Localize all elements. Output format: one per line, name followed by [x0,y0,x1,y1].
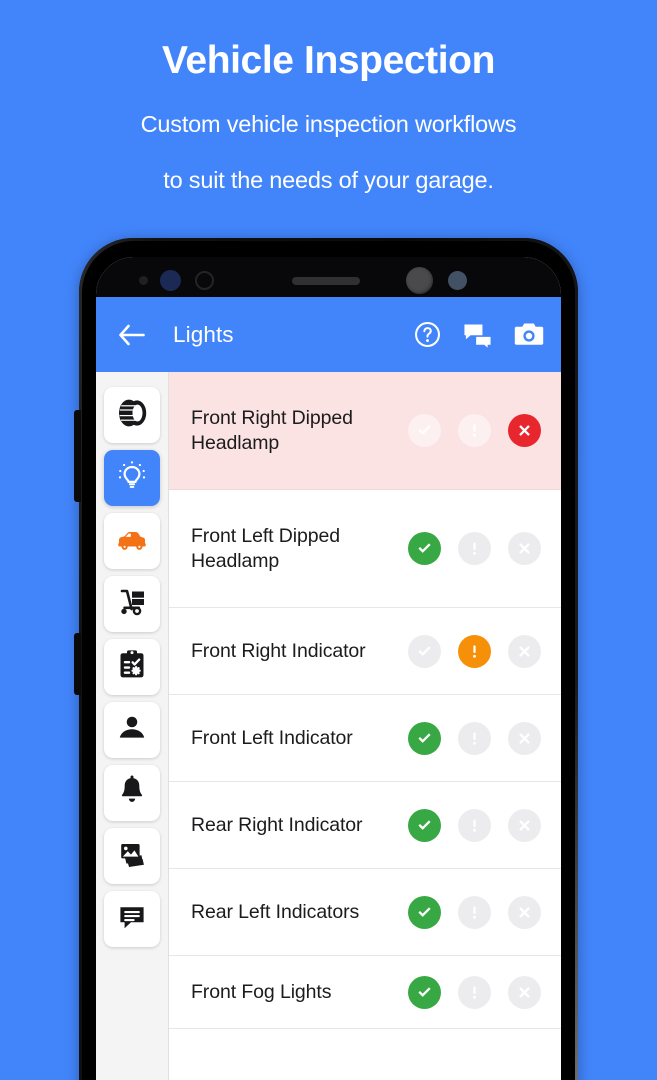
phone-mockup: Lights Front Right Dipped Headlamp Front… [74,238,578,1080]
table-row[interactable]: Front Left Indicator [169,695,561,782]
table-row[interactable]: Front Right Dipped Headlamp [169,372,561,490]
hand-truck-icon [115,585,149,624]
inspection-item-label: Rear Left Indicators [191,900,360,923]
pass-button[interactable] [408,895,441,929]
warning-button[interactable] [458,532,491,565]
hero-subtitle-line2: to suit the needs of your garage. [163,166,494,193]
back-arrow-icon[interactable] [118,324,145,346]
warning-button[interactable] [458,414,491,447]
help-icon[interactable] [414,321,441,348]
sidebar-item-alerts[interactable] [104,765,160,821]
status-actions [408,975,541,1009]
table-row[interactable]: Front Right Indicator [169,608,561,695]
inspection-item-label: Front Right Indicator [191,639,366,662]
comment-icon [115,900,149,939]
app-bar-title: Lights [173,321,234,347]
sidebar-item-lights[interactable] [104,450,160,506]
hero-subtitle-line1: Custom vehicle inspection workflows [140,110,517,137]
volume-button[interactable] [74,410,81,502]
inspection-item-label: Front Left Dipped Headlamp [191,524,340,572]
sidebar-item-photos[interactable] [104,828,160,884]
inspection-item-label: Rear Right Indicator [191,813,363,836]
person-icon [115,711,149,750]
sidebar-item-notes[interactable] [104,891,160,947]
phone-screen: Lights Front Right Dipped Headlamp Front… [96,257,561,1080]
pass-button[interactable] [408,975,441,1009]
warning-button[interactable] [458,975,491,1009]
comment-icon[interactable] [463,322,492,348]
pass-button[interactable] [408,414,441,447]
inspection-item-label: Front Left Indicator [191,726,353,749]
sidebar-item-tyres[interactable] [104,387,160,443]
sidebar-item-customer[interactable] [104,702,160,758]
proximity-sensor-icon [195,271,214,290]
status-actions [408,634,541,668]
app-bar: Lights [96,297,561,372]
sidebar-item-load[interactable] [104,576,160,632]
warning-button[interactable] [458,721,491,755]
warning-button[interactable] [458,808,491,842]
clipboard-checklist-icon [115,648,149,687]
table-row[interactable]: Front Left Dipped Headlamp [169,490,561,608]
category-sidebar[interactable] [96,372,169,1080]
iris-sensor-icon [160,270,181,291]
page-title: Vehicle Inspection [161,39,496,82]
status-actions [408,721,541,755]
sensor-dot-icon [139,276,148,285]
inspection-content: Front Right Dipped Headlamp Front Left D… [96,372,561,1080]
inspection-item-label: Front Right Dipped Headlamp [191,406,353,454]
front-camera-icon [406,267,433,294]
pass-button[interactable] [408,532,441,565]
table-row[interactable]: Front Fog Lights [169,956,561,1029]
pass-button[interactable] [408,634,441,668]
tire-icon [115,396,149,435]
hero-section: Vehicle Inspection Custom vehicle inspec… [0,0,657,199]
sidebar-item-checklist[interactable] [104,639,160,695]
fail-button[interactable] [508,975,541,1009]
bell-icon [115,774,149,813]
fail-button[interactable] [508,721,541,755]
status-actions [408,895,541,929]
lightbulb-icon [115,459,149,498]
light-sensor-icon [448,271,467,290]
table-row-partial[interactable] [169,1029,561,1059]
photos-icon [115,837,149,876]
pass-button[interactable] [408,808,441,842]
camera-icon[interactable] [514,322,544,347]
fail-button[interactable] [508,808,541,842]
inspection-item-list: Front Right Dipped Headlamp Front Left D… [169,372,561,1080]
sidebar-item-vehicle[interactable] [104,513,160,569]
inspection-item-label: Front Fog Lights [191,980,332,1003]
warning-button[interactable] [458,895,491,929]
earpiece-speaker-icon [292,277,360,285]
fail-button[interactable] [508,634,541,668]
status-actions [408,414,541,447]
fail-button[interactable] [508,895,541,929]
power-button[interactable] [74,633,81,695]
table-row[interactable]: Rear Left Indicators [169,869,561,956]
table-row[interactable]: Rear Right Indicator [169,782,561,869]
pass-button[interactable] [408,721,441,755]
device-sensor-bar [96,257,561,297]
status-actions [408,808,541,842]
car-icon [115,522,149,561]
fail-button[interactable] [508,532,541,565]
fail-button[interactable] [508,414,541,447]
warning-button[interactable] [458,634,491,668]
status-actions [408,532,541,565]
